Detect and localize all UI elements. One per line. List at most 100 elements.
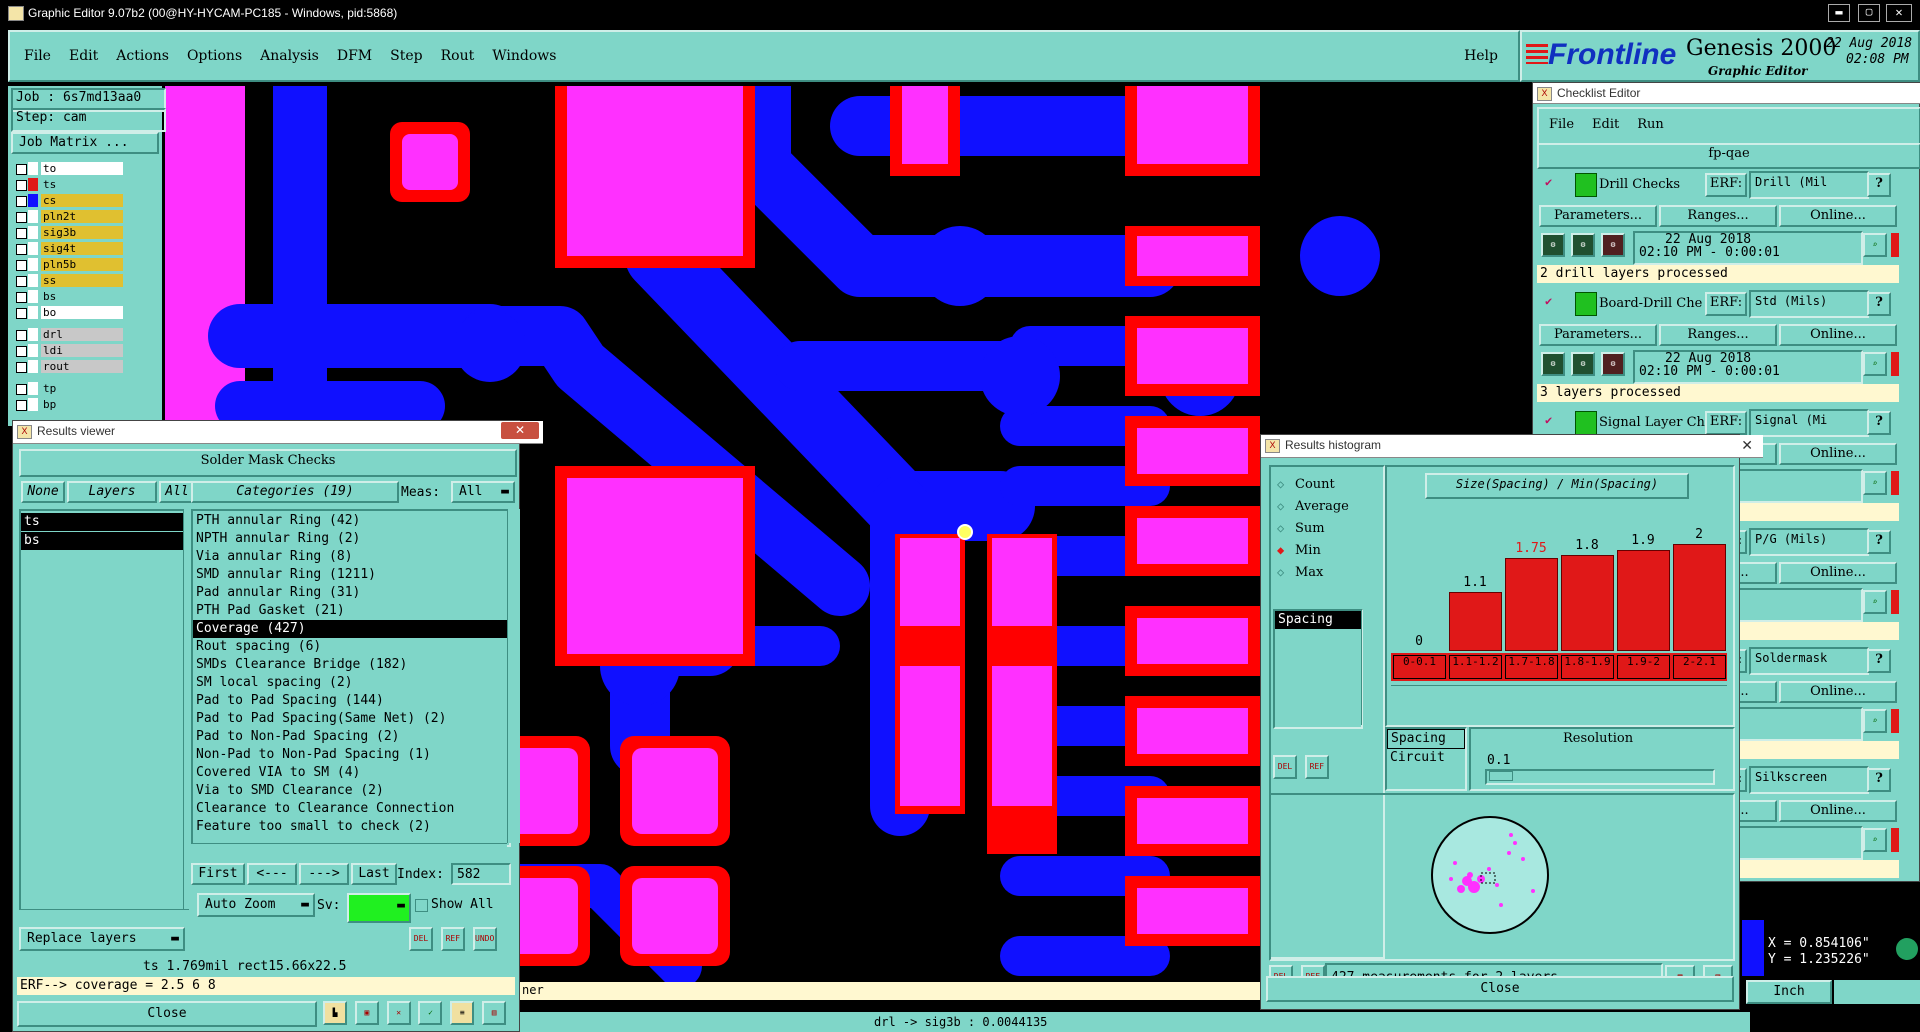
erf-button[interactable]: ERF: (1705, 173, 1747, 197)
zoom-results-icon[interactable]: ⌕ (1863, 471, 1887, 495)
sv-color-dropdown[interactable]: ▬ (347, 893, 411, 923)
close-window-button[interactable]: ✕ (1886, 4, 1912, 22)
mode-radio-sum[interactable]: ◇ Sum (1271, 519, 1377, 539)
results-viewer-close-x[interactable]: ✕ (501, 422, 539, 439)
layer-row-drl[interactable]: drl (13, 328, 133, 342)
delete-icon[interactable]: DEL (1273, 755, 1297, 779)
menu-rout[interactable]: Rout (441, 48, 475, 64)
stop-icon[interactable]: ⚙ (1601, 233, 1625, 257)
mode-radio-average[interactable]: ◇ Average (1271, 497, 1377, 517)
category-scrollbar[interactable] (507, 509, 520, 843)
delete-icon[interactable]: DEL (409, 927, 433, 951)
layers-button[interactable]: Layers (67, 481, 157, 503)
layer-row-ts[interactable]: ts (13, 178, 133, 192)
circuit-item-circuit[interactable]: Circuit (1387, 749, 1465, 767)
measure-list-scrollbar[interactable] (1361, 609, 1374, 725)
layer-checkbox[interactable] (16, 276, 27, 287)
online-button[interactable]: Online... (1779, 681, 1897, 703)
histogram-close-x[interactable]: ✕ (1741, 435, 1753, 455)
replace-layers-dropdown[interactable]: Replace layers ▬ (19, 927, 185, 951)
zoom-results-icon[interactable]: ⌕ (1863, 709, 1887, 733)
refresh-icon[interactable]: REF (440, 927, 465, 951)
layer-checkbox[interactable] (16, 346, 27, 357)
layer-checkbox[interactable] (16, 244, 27, 255)
layer-row-sig3b[interactable]: sig3b (13, 226, 133, 240)
category-list[interactable]: PTH annular Ring (42) NPTH annular Ring (… (191, 509, 511, 847)
measure-list[interactable]: Spacing (1273, 609, 1363, 729)
category-item[interactable]: SMDs Clearance Bridge (182) (193, 656, 509, 674)
stop-icon[interactable]: ⚙ (1601, 352, 1625, 376)
category-item[interactable]: Via to SMD Clearance (2) (193, 782, 509, 800)
help-menu[interactable]: Help (1464, 48, 1498, 64)
layer-row-sig4t[interactable]: sig4t (13, 242, 133, 256)
circuit-list[interactable]: Spacing Circuit (1385, 727, 1467, 791)
all-layers-button[interactable]: All (159, 481, 195, 503)
mode-radio-max[interactable]: ◇ Max (1271, 563, 1377, 583)
layer-row-to[interactable]: to (13, 162, 133, 176)
online-button[interactable]: Online... (1779, 800, 1897, 822)
meas-dropdown[interactable]: All ▬ (451, 481, 515, 503)
measure-list-item[interactable]: Spacing (1275, 611, 1361, 629)
category-item[interactable]: PTH Pad Gasket (21) (193, 602, 509, 620)
online-button[interactable]: Online... (1779, 205, 1897, 227)
job-matrix-button[interactable]: Job Matrix ... (11, 132, 159, 154)
menu-dfm[interactable]: DFM (337, 48, 372, 64)
zoom-results-icon[interactable]: ⌕ (1863, 352, 1887, 376)
none-button[interactable]: None (21, 481, 65, 503)
layer-list-hscroll[interactable] (19, 909, 189, 922)
histogram-close-button[interactable]: Close (1266, 976, 1734, 1002)
check-help-button[interactable]: ? (1867, 411, 1891, 435)
show-all-checkbox[interactable] (415, 899, 428, 912)
ranges-button[interactable]: Ranges... (1659, 324, 1777, 346)
category-item[interactable]: Non-Pad to Non-Pad Spacing (1) (193, 746, 509, 764)
layer-checkbox[interactable] (16, 292, 27, 303)
menu-analysis[interactable]: Analysis (260, 48, 319, 64)
slider-handle[interactable] (1489, 771, 1513, 781)
category-item[interactable]: Covered VIA to SM (4) (193, 764, 509, 782)
check-enabled-icon[interactable]: ✔ (1545, 175, 1552, 189)
category-item[interactable]: PTH annular Ring (42) (193, 512, 509, 530)
menu-options[interactable]: Options (187, 48, 242, 64)
units-button[interactable]: Inch (1746, 980, 1832, 1004)
category-item[interactable]: Rout spacing (6) (193, 638, 509, 656)
zoom-results-icon[interactable]: ⌕ (1863, 233, 1887, 257)
grid-icon[interactable]: ▙ (323, 1001, 347, 1025)
mode-radio-count[interactable]: ◇ Count (1271, 475, 1377, 495)
category-hscroll[interactable] (191, 843, 507, 856)
run-all-icon[interactable]: ⚙ (1571, 352, 1595, 376)
zoom-results-icon[interactable]: ⌕ (1863, 590, 1887, 614)
menu-edit[interactable]: Edit (69, 48, 98, 64)
mode-radio-min[interactable]: ◆ Min (1271, 541, 1377, 561)
minimize-button[interactable]: ▬ (1828, 4, 1850, 22)
category-item[interactable]: SM local spacing (2) (193, 674, 509, 692)
layer-checkbox[interactable] (16, 228, 27, 239)
check-help-button[interactable]: ? (1867, 173, 1891, 197)
category-item[interactable]: Via annular Ring (8) (193, 548, 509, 566)
resolution-slider[interactable] (1485, 769, 1715, 785)
layer-row-ldi[interactable]: ldi (13, 344, 133, 358)
layer-checkbox[interactable] (16, 308, 27, 319)
online-button[interactable]: Online... (1779, 562, 1897, 584)
parameters-button[interactable]: Parameters... (1539, 205, 1657, 227)
layer-row-rout[interactable]: rout (13, 360, 133, 374)
results-viewer-close-button[interactable]: Close (17, 1001, 317, 1027)
next-button[interactable]: ---> (299, 863, 349, 885)
parameters-button[interactable]: Parameters... (1539, 324, 1657, 346)
layer-row-bs[interactable]: bs (13, 290, 133, 304)
histogram-bar[interactable] (1561, 555, 1614, 651)
rv-layer-item[interactable]: bs (21, 532, 185, 550)
category-item[interactable]: Pad annular Ring (31) (193, 584, 509, 602)
category-item[interactable]: Coverage (427) (193, 620, 509, 638)
maximize-button[interactable]: ▢ (1858, 4, 1880, 22)
layer-row-bp[interactable]: bp (13, 398, 133, 412)
chart-hscroll[interactable] (1391, 685, 1727, 698)
ranges-button[interactable]: Ranges... (1659, 205, 1777, 227)
menu-step[interactable]: Step (390, 48, 422, 64)
layer-row-bo[interactable]: bo (13, 306, 133, 320)
undo-icon[interactable]: UNDO (472, 927, 497, 951)
check-help-button[interactable]: ? (1867, 768, 1891, 792)
layer-row-pln5b[interactable]: pln5b (13, 258, 133, 272)
circuit-item-spacing[interactable]: Spacing (1387, 729, 1465, 749)
checklist-menu-file[interactable]: File (1549, 117, 1574, 132)
zoom-results-icon[interactable]: ⌕ (1863, 828, 1887, 852)
